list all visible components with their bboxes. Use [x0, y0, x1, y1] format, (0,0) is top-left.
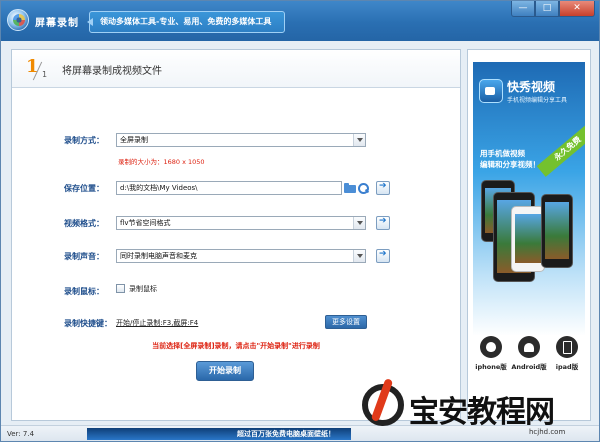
chevron-down-icon[interactable] — [353, 217, 365, 229]
step-number-icon: 1 1 — [26, 56, 52, 82]
record-audio-value: 同时录制电脑声音和麦克 — [120, 252, 197, 260]
android-phone-image — [541, 194, 573, 268]
title-slogan: 领动多媒体工具-专业、易用、免费的多媒体工具 — [87, 11, 285, 33]
platform-label: ipad版 — [555, 363, 579, 371]
hotkey-value[interactable]: 开始/停止录制:F3,截屏:F4 — [116, 318, 198, 328]
start-record-button[interactable]: 开始录制 — [196, 361, 254, 381]
search-icon[interactable] — [357, 182, 369, 194]
app-title: 屏幕录制 — [35, 18, 79, 29]
audio-settings-button[interactable] — [376, 249, 390, 263]
more-settings-button[interactable]: 更多设置 — [325, 315, 367, 329]
window-controls: — □ ✕ — [511, 1, 595, 17]
folder-icon[interactable] — [343, 182, 357, 194]
record-notice: 当前选择[全屏录制]录制，请点击"开始录制"进行录制 — [152, 342, 320, 350]
hotkey-label: 录制快捷键： — [64, 319, 112, 328]
chevron-down-icon[interactable] — [353, 134, 365, 146]
iphone-image — [511, 206, 545, 272]
ad-panel[interactable]: 快秀视频 手机视频编辑分享工具 永久免费 用手机做视频 编辑和分享视频！ iph… — [467, 49, 591, 421]
ad-subtitle: 手机视频编辑分享工具 — [507, 97, 568, 104]
record-mouse-checkbox[interactable] — [116, 284, 125, 293]
video-format-select[interactable]: flv节省空间格式 — [116, 216, 366, 230]
record-size-hint: 录制的大小为：1680 x 1050 — [118, 158, 205, 166]
ad-platforms: iphone版 Android版 ipad版 — [468, 336, 590, 392]
ad-banner[interactable]: 快秀视频 手机视频编辑分享工具 永久免费 用手机做视频 编辑和分享视频！ — [473, 62, 585, 336]
record-audio-select[interactable]: 同时录制电脑声音和麦克 — [116, 249, 366, 263]
platform-label: iphone版 — [475, 363, 507, 371]
platform-label: Android版 — [511, 363, 547, 371]
ad-title: 快秀视频 — [507, 80, 556, 94]
step-header: 1 1 将屏幕录制成视频文件 — [12, 50, 460, 88]
record-mode-label: 录制方式： — [64, 136, 104, 145]
save-path-input[interactable]: d:\我的文档\My Videos\ — [116, 181, 342, 195]
close-button[interactable]: ✕ — [559, 1, 595, 17]
chevron-down-icon[interactable] — [353, 250, 365, 262]
watermark-logo-icon — [350, 378, 406, 426]
record-mouse-label: 录制鼠标： — [64, 287, 104, 296]
step-title: 将屏幕录制成视频文件 — [62, 66, 162, 77]
platform-android[interactable]: Android版 — [511, 336, 547, 392]
video-format-label: 视频格式： — [64, 219, 104, 228]
main-panel: 1 1 将屏幕录制成视频文件 录制方式： 全屏录制 录制的大小为：1680 x … — [11, 49, 461, 421]
ad-slogan-line2: 编辑和分享视频！ — [480, 160, 540, 169]
status-banner-text[interactable]: 超过百万张免费电脑桌面壁纸！ — [237, 429, 335, 439]
minimize-button[interactable]: — — [511, 1, 535, 17]
video-format-value: flv节省空间格式 — [120, 219, 171, 227]
platform-iphone[interactable]: iphone版 — [473, 336, 509, 392]
save-location-label: 保存位置： — [64, 184, 104, 193]
title-bar[interactable]: 屏幕录制 领动多媒体工具-专业、易用、免费的多媒体工具 — □ ✕ — [1, 1, 599, 41]
maximize-button[interactable]: □ — [535, 1, 559, 17]
ad-ribbon: 永久免费 — [536, 121, 585, 177]
record-audio-label: 录制声音： — [64, 252, 104, 261]
watermark-url: hcjhd.com — [529, 428, 566, 436]
format-settings-button[interactable] — [376, 216, 390, 230]
android-icon — [518, 336, 540, 358]
app-window: 屏幕录制 领动多媒体工具-专业、易用、免费的多媒体工具 — □ ✕ 1 1 将屏… — [0, 0, 600, 442]
app-logo-icon — [7, 9, 29, 31]
video-camera-icon — [479, 79, 503, 103]
record-mode-select[interactable]: 全屏录制 — [116, 133, 366, 147]
record-mouse-checkbox-label[interactable]: 录制鼠标 — [129, 284, 157, 294]
ipad-icon — [556, 336, 578, 358]
version-label: Ver: 7.4 — [7, 430, 35, 438]
record-mode-value: 全屏录制 — [120, 136, 148, 144]
watermark-text: 宝安教程网 — [409, 395, 555, 430]
ad-slogan-line1: 用手机做视频 — [480, 149, 525, 158]
platform-ipad[interactable]: ipad版 — [549, 336, 585, 392]
apple-icon — [480, 336, 502, 358]
open-folder-button[interactable] — [376, 181, 390, 195]
step-total: 1 — [42, 70, 48, 79]
